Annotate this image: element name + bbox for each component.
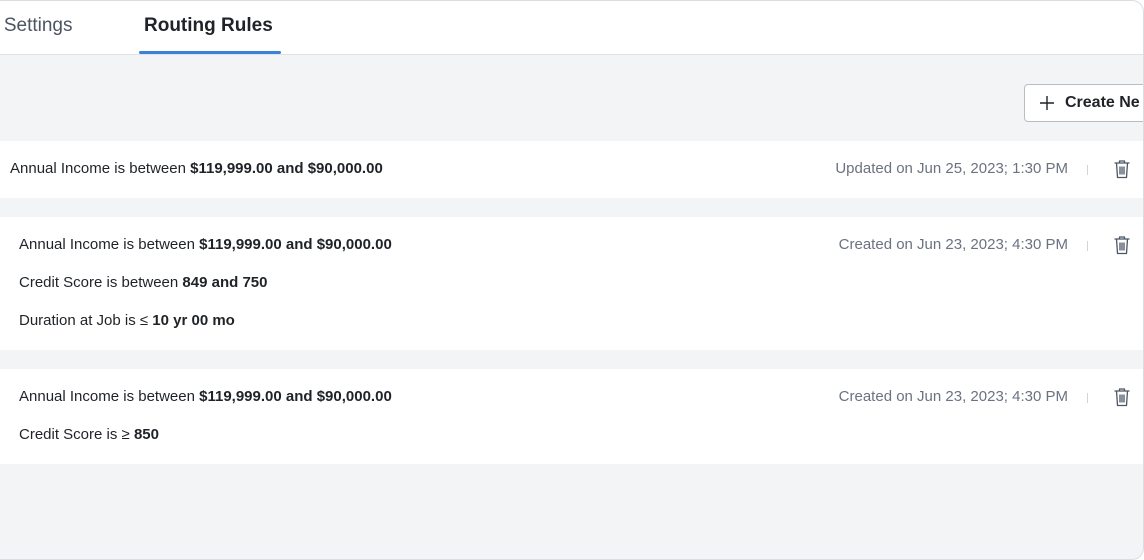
trash-icon[interactable]	[1113, 387, 1131, 407]
create-new-rule-button[interactable]: Create Ne	[1024, 84, 1143, 122]
active-tab-indicator	[139, 51, 281, 54]
rule-condition: Duration at Job is ≤ 10 yr 00 mo	[19, 312, 235, 329]
separator	[1087, 165, 1088, 175]
create-button-label: Create Ne	[1065, 94, 1140, 111]
rule-timestamp: Created on Jun 23, 2023; 4:30 PM	[838, 388, 1068, 405]
tab-bar: g Settings Routing Rules	[0, 1, 1143, 55]
separator	[1087, 393, 1088, 403]
tab-settings[interactable]: g Settings	[0, 13, 73, 39]
rule-card: Annual Income is between $119,999.00 and…	[0, 141, 1143, 198]
rule-timestamp: Updated on Jun 25, 2023; 1:30 PM	[835, 160, 1068, 177]
rule-condition: Annual Income is between $119,999.00 and…	[10, 160, 383, 177]
trash-icon[interactable]	[1113, 159, 1131, 179]
rule-condition: Annual Income is between $119,999.00 and…	[19, 236, 392, 253]
rule-card: Annual Income is between $119,999.00 and…	[0, 217, 1143, 350]
separator	[1087, 241, 1088, 251]
trash-icon[interactable]	[1113, 235, 1131, 255]
rule-timestamp: Created on Jun 23, 2023; 4:30 PM	[838, 236, 1068, 253]
rule-condition: Annual Income is between $119,999.00 and…	[19, 388, 392, 405]
rule-condition: Credit Score is between 849 and 750	[19, 274, 268, 291]
rule-condition: Credit Score is ≥ 850	[19, 426, 159, 443]
routing-rules-panel: g Settings Routing Rules Create Ne Annua…	[0, 0, 1144, 560]
rule-card: Annual Income is between $119,999.00 and…	[0, 369, 1143, 464]
plus-icon	[1040, 96, 1054, 110]
tab-routing-rules[interactable]: Routing Rules	[144, 13, 273, 39]
